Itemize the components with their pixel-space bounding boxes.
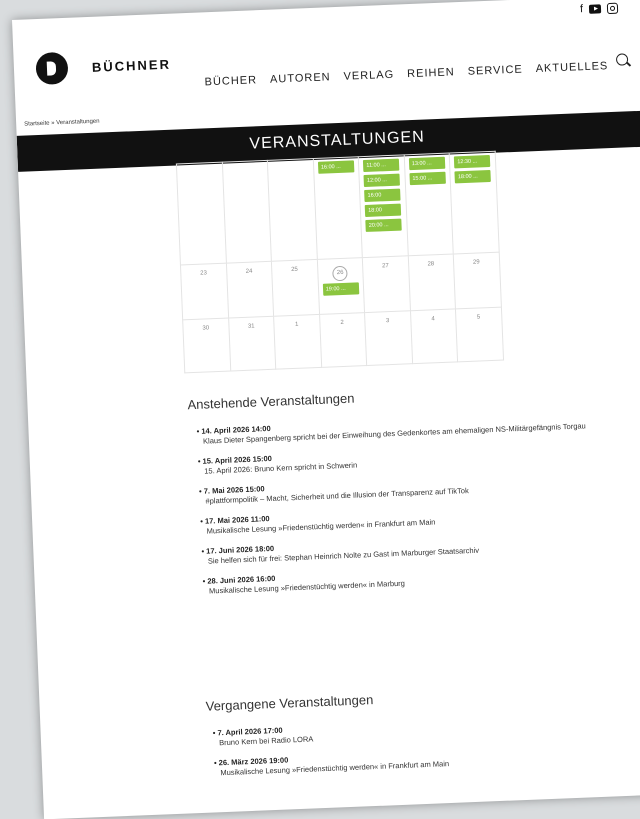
calendar-day-cell[interactable]: 16:00 ...	[312, 156, 363, 260]
calendar-event-chip[interactable]: 16:00	[364, 188, 401, 202]
calendar-event-chip[interactable]: 20:00 ...	[365, 218, 403, 232]
nav-item-autoren[interactable]: AUTOREN	[270, 71, 331, 85]
calendar-day-cell[interactable]: 28	[407, 253, 456, 311]
calendar-day-number: 4	[431, 316, 435, 323]
calendar-day-number: 5	[476, 314, 481, 321]
calendar-day-number: 25	[291, 266, 298, 273]
calendar-day-number: 30	[202, 325, 210, 332]
calendar-event-chip[interactable]: 15:00 ...	[409, 171, 446, 186]
search-icon[interactable]	[615, 53, 629, 66]
brand-logo[interactable]: BÜCHNER	[35, 48, 172, 86]
calendar-day-cell[interactable]	[221, 160, 272, 264]
calendar-day-number: 31	[247, 323, 255, 330]
list-item[interactable]: 7. April 2026 17:00Bruno Kern bei Radio …	[213, 719, 448, 748]
nav-item-buecher[interactable]: BÜCHER	[204, 74, 257, 88]
calendar-day-cell[interactable]: 1	[273, 314, 322, 370]
calendar-day-cell[interactable]: 27	[362, 255, 410, 313]
calendar-week-row: 16:00 ... 11:00 ... 12:00 ... 16:00 18:00 20:…	[176, 151, 499, 265]
calendar-day-cell[interactable]: 2	[319, 312, 367, 368]
calendar-event-chip[interactable]: 11:00 ...	[363, 158, 400, 173]
calendar-event-chip[interactable]: 16:00 ...	[317, 160, 355, 174]
list-item[interactable]: 17. Mai 2026 11:00Musikalische Lesung »F…	[200, 501, 589, 537]
calendar-today-number: 26	[332, 265, 348, 282]
list-item[interactable]: 28. Juni 2026 16:00Musikalische Lesung »…	[202, 561, 591, 597]
calendar-day-number: 28	[427, 261, 435, 268]
calendar-day-number: 29	[472, 259, 480, 266]
calendar-event-chip[interactable]: 19:00 ...	[322, 282, 360, 296]
calendar-event-chip[interactable]: 12:00 ...	[363, 173, 401, 187]
brand-name: BÜCHNER	[91, 56, 172, 75]
calendar-day-cell[interactable]: 5	[455, 307, 504, 362]
youtube-icon[interactable]	[588, 3, 602, 14]
calendar-event-chip[interactable]: 18:00	[364, 203, 402, 217]
calendar-day-cell[interactable]: 24	[225, 261, 274, 319]
nav-item-aktuelles[interactable]: AKTUELLES	[535, 60, 608, 75]
calendar-day-cell[interactable]	[267, 158, 317, 262]
calendar-day-number: 1	[294, 321, 299, 328]
calendar-day-cell[interactable]: 3	[364, 310, 413, 366]
nav-item-reihen[interactable]: REIHEN	[407, 66, 455, 80]
calendar-week-row: 30 31 1 2 3 4 5	[182, 307, 504, 373]
calendar-day-cell[interactable]: 23	[180, 263, 229, 320]
breadcrumb[interactable]: Startseite » Veranstaltungen	[24, 119, 100, 128]
facebook-icon[interactable]: f	[580, 3, 584, 15]
social-links: f	[580, 2, 619, 15]
nav-item-verlag[interactable]: VERLAG	[343, 69, 394, 83]
calendar-day-cell[interactable]: 31	[228, 316, 276, 372]
calendar-day-cell[interactable]: 11:00 ... 12:00 ... 16:00 18:00 20:00 ...	[358, 154, 408, 258]
calendar-day-number: 3	[385, 318, 390, 325]
calendar-day-number: 2	[340, 319, 344, 327]
calendar-day-cell[interactable]: 25	[271, 259, 320, 317]
past-heading: Vergangene Veranstaltungen	[205, 692, 374, 714]
list-item[interactable]: 14. April 2026 14:00Klaus Dieter Spangen…	[196, 411, 585, 447]
main-nav: BÜCHER AUTOREN VERLAG REIHEN SERVICE AKT…	[204, 60, 608, 88]
page-sheet: f BÜCHNER BÜCHER AUTOREN VERLAG REIHEN S…	[12, 0, 640, 819]
upcoming-heading: Anstehende Veranstaltungen	[187, 390, 355, 413]
calendar-day-cell[interactable]: 12:30 ... 18:00 ...	[449, 151, 499, 254]
list-item[interactable]: 7. Mai 2026 15:00#plattformpolitik – Mac…	[199, 471, 588, 507]
logo-mark-icon	[35, 51, 69, 86]
calendar-day-number: 27	[381, 263, 389, 270]
calendar-event-chip[interactable]: 12:30 ...	[454, 154, 491, 169]
calendar-day-number: 24	[245, 268, 253, 275]
list-item[interactable]: 17. Juni 2026 18:00Sie helfen sich für f…	[201, 531, 590, 567]
list-item[interactable]: 26. März 2026 19:00Musikalische Lesung »…	[214, 749, 449, 778]
calendar-event-chip[interactable]: 18:00 ...	[454, 169, 492, 184]
upcoming-list: 14. April 2026 14:00Klaus Dieter Spangen…	[196, 411, 592, 606]
calendar-event-chip[interactable]: 13:00 ...	[408, 156, 446, 171]
nav-item-service[interactable]: SERVICE	[467, 64, 523, 78]
event-calendar: 16:00 ... 11:00 ... 12:00 ... 16:00 18:00 20:…	[176, 151, 504, 374]
calendar-day-cell[interactable]: 26 19:00 ...	[316, 257, 365, 315]
past-list: 7. April 2026 17:00Bruno Kern bei Radio …	[213, 719, 450, 788]
page-title: VERANSTALTUNGEN	[249, 128, 426, 153]
calendar-day-cell[interactable]: 30	[182, 318, 231, 373]
calendar-day-number: 23	[200, 270, 208, 277]
calendar-day-cell[interactable]: 4	[409, 308, 458, 364]
instagram-icon[interactable]	[606, 2, 619, 14]
calendar-day-cell[interactable]: 29	[453, 252, 501, 309]
list-item[interactable]: 15. April 2026 15:0015. April 2026: Brun…	[198, 441, 587, 477]
calendar-day-cell[interactable]: 13:00 ... 15:00 ...	[403, 153, 454, 256]
calendar-day-cell[interactable]	[176, 162, 226, 265]
